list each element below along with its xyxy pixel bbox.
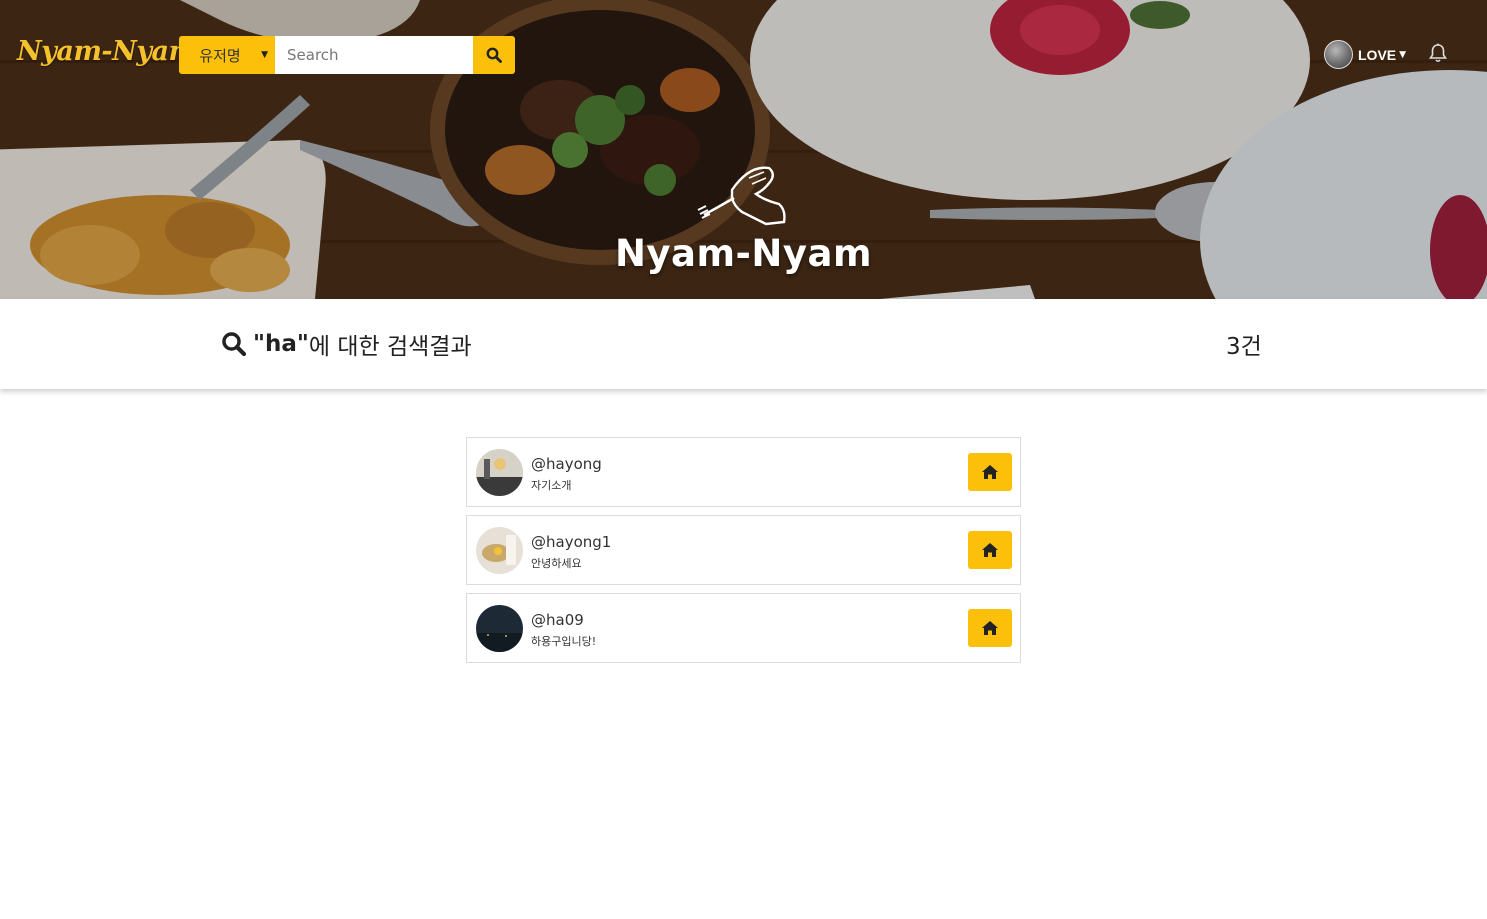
username-link[interactable]: @hayong — [531, 455, 602, 473]
search-type-dropdown[interactable]: 유저명 ▼ — [179, 36, 275, 74]
hero-title: Nyam-Nyam — [614, 232, 873, 275]
search-input[interactable] — [275, 36, 473, 74]
user-bio: 하용구입니당! — [531, 635, 597, 648]
avatar[interactable] — [476, 527, 523, 574]
username-link[interactable]: @hayong1 — [531, 533, 611, 551]
home-icon — [982, 465, 998, 479]
brand-logo[interactable]: Nyam-Nyam — [17, 36, 197, 67]
avatar[interactable] — [476, 605, 523, 652]
home-button[interactable] — [968, 609, 1012, 647]
avatar — [1324, 40, 1353, 69]
search-icon — [486, 47, 502, 63]
chevron-down-icon: ▼ — [1399, 49, 1407, 60]
search-icon — [222, 332, 247, 357]
list-item[interactable]: @ha09 하용구입니당! — [466, 593, 1021, 663]
search-bar: 유저명 ▼ — [179, 36, 515, 74]
user-result-list: @hayong 자기소개 @hayong1 안녕하세요 @ha09 하용구입니당… — [466, 437, 1021, 671]
hero-banner: Nyam-Nyam 유저명 ▼ LOVE ▼ Nyam-Nyam — [0, 0, 1487, 299]
user-menu[interactable]: LOVE ▼ — [1324, 40, 1406, 69]
fork-hand-logo — [0, 160, 1487, 236]
list-item[interactable]: @hayong1 안녕하세요 — [466, 515, 1021, 585]
bell-icon[interactable] — [1428, 43, 1448, 64]
home-icon — [982, 621, 998, 635]
user-bio: 안녕하세요 — [531, 557, 582, 570]
search-query: "ha" — [253, 331, 309, 357]
user-bio: 자기소개 — [531, 479, 572, 492]
user-name: LOVE — [1358, 46, 1397, 63]
list-item[interactable]: @hayong 자기소개 — [466, 437, 1021, 507]
username-link[interactable]: @ha09 — [531, 611, 584, 629]
avatar[interactable] — [476, 449, 523, 496]
search-button[interactable] — [473, 36, 515, 74]
result-title: "ha" 에 대한 검색결과 — [221, 327, 472, 361]
home-button[interactable] — [968, 453, 1012, 491]
chevron-down-icon: ▼ — [261, 50, 268, 60]
search-type-label: 유저명 — [199, 46, 241, 65]
search-result-header: "ha" 에 대한 검색결과 3건 — [0, 299, 1487, 389]
home-icon — [982, 543, 998, 557]
home-button[interactable] — [968, 531, 1012, 569]
result-count: 3건 — [1226, 334, 1262, 360]
result-title-suffix: 에 대한 검색결과 — [308, 334, 472, 360]
